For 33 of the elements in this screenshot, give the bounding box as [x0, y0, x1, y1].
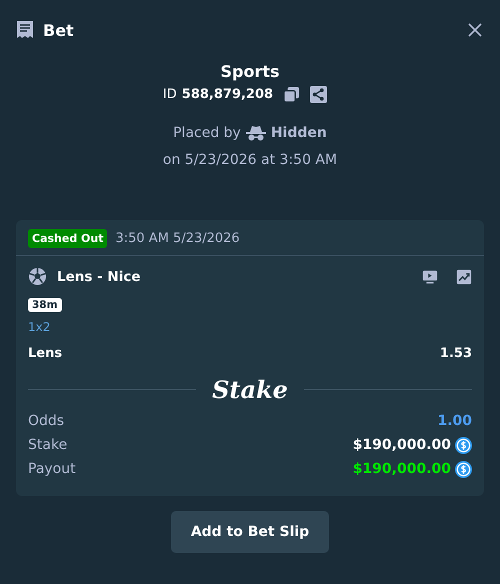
summary-label: Payout	[28, 461, 77, 477]
close-icon	[468, 23, 482, 37]
placed-date: on 5/23/2026 at 3:50 AM	[162, 152, 338, 168]
add-to-bet-slip-button[interactable]: Add to Bet Slip	[170, 511, 330, 553]
selection-odds: 1.53	[440, 346, 472, 361]
tv-play-icon[interactable]	[422, 268, 438, 284]
brand-logo: Stake	[212, 375, 288, 404]
event-name[interactable]: Lens - Nice	[57, 268, 404, 284]
summary-value: 1.00	[437, 413, 472, 429]
receipt-icon	[16, 20, 34, 40]
username: Hidden	[270, 125, 327, 141]
summary-label: Odds	[28, 413, 66, 429]
close-button[interactable]	[466, 21, 484, 39]
copy-icon[interactable]	[283, 86, 300, 103]
id-label: ID	[162, 87, 177, 102]
bet-time: 3:50 AM 5/23/2026	[115, 231, 240, 246]
chart-icon[interactable]	[456, 268, 472, 284]
selection-name: Lens	[28, 346, 62, 361]
soccer-ball-icon	[28, 267, 47, 286]
placed-by-label: Placed by	[173, 125, 241, 141]
summary-value: $190,000.00	[352, 437, 451, 453]
summary-label: Stake	[28, 437, 68, 453]
coin-icon	[455, 436, 472, 454]
match-time-badge: 38m	[28, 298, 62, 312]
share-icon[interactable]	[310, 86, 328, 103]
summary-value: $190,000.00	[352, 461, 451, 477]
incognito-icon	[246, 125, 266, 141]
market-name: 1x2	[28, 320, 50, 334]
bet-category: Sports	[220, 62, 280, 81]
status-badge: Cashed Out	[28, 229, 108, 248]
coin-icon	[455, 460, 472, 478]
dialog-title: Bet	[43, 20, 75, 40]
bet-id: 588,879,208	[182, 87, 274, 102]
